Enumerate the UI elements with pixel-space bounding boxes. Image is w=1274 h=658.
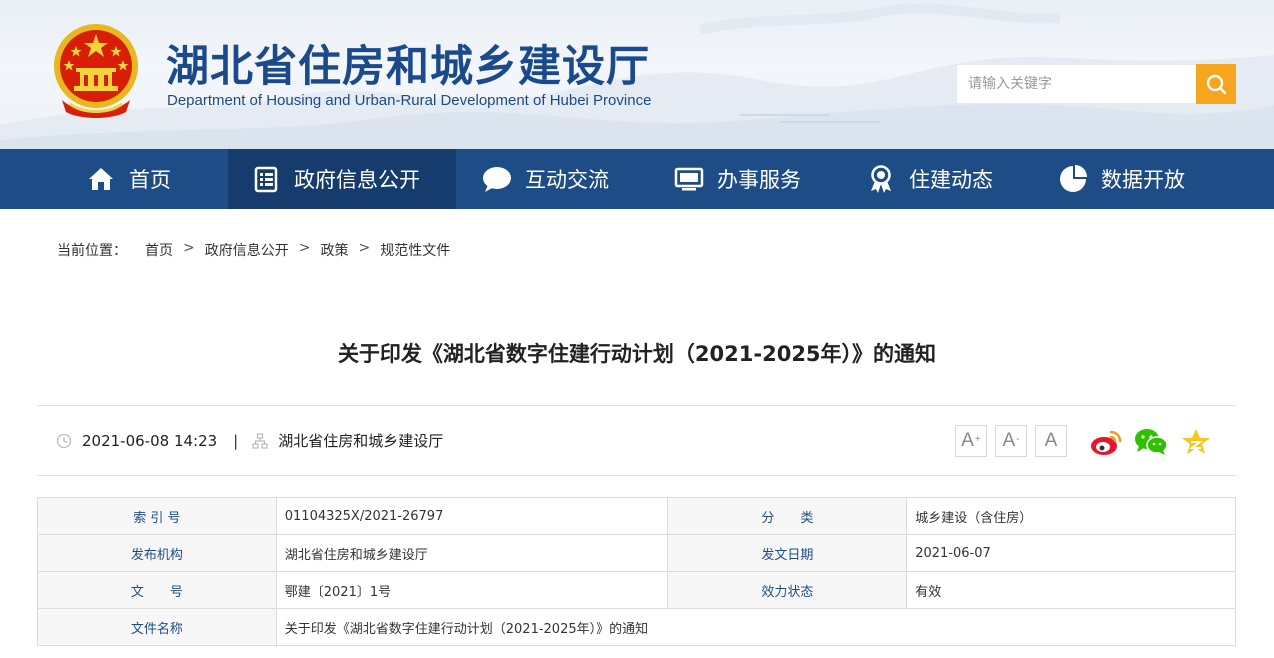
table-row: 发布机构 湖北省住房和城乡建设厅 发文日期 2021-06-07 bbox=[37, 534, 1236, 572]
award-ribbon-icon bbox=[866, 164, 896, 194]
site-header: 湖北省住房和城乡建设厅 Department of Housing and Ur… bbox=[0, 0, 1274, 149]
nav-label: 办事服务 bbox=[717, 168, 801, 192]
pie-chart-icon bbox=[1058, 164, 1088, 194]
share-weibo-button[interactable] bbox=[1089, 425, 1123, 459]
field-key-doc-number: 文 号 bbox=[37, 571, 277, 609]
share-wechat-button[interactable] bbox=[1134, 425, 1168, 459]
field-value-index-number: 01104325X/2021-26797 bbox=[275, 497, 669, 535]
breadcrumb-label: 当前位置： bbox=[57, 243, 127, 259]
nav-item-news[interactable]: 住建动态 bbox=[866, 149, 1016, 209]
document-info-table: 索 引 号 01104325X/2021-26797 分 类 城乡建设（含住房）… bbox=[37, 497, 1237, 646]
field-key-issue-date: 发文日期 bbox=[667, 534, 908, 572]
national-emblem-icon bbox=[54, 24, 138, 118]
divider-bottom bbox=[37, 475, 1236, 476]
breadcrumb: 当前位置： 首页 > 政府信息公开 > 政策 > 规范性文件 bbox=[57, 240, 450, 260]
nav-label: 住建动态 bbox=[909, 168, 993, 192]
font-increase-button[interactable]: A + bbox=[955, 425, 987, 457]
document-list-icon bbox=[251, 164, 281, 194]
field-key-doc-name: 文件名称 bbox=[37, 608, 277, 646]
table-row: 文件名称 关于印发《湖北省数字住建行动计划（2021-2025年）》的通知 bbox=[37, 608, 1237, 646]
field-value-category: 城乡建设（含住房） bbox=[906, 497, 1236, 535]
search-icon bbox=[1206, 74, 1227, 95]
breadcrumb-separator: > bbox=[358, 240, 371, 256]
share-qzone-button[interactable] bbox=[1179, 425, 1213, 459]
field-key-index-number: 索 引 号 bbox=[37, 497, 277, 535]
field-key-category: 分 类 bbox=[667, 497, 908, 535]
article-meta: 2021-06-08 14:23 | 湖北省住房和城乡建设厅 bbox=[56, 430, 443, 451]
breadcrumb-separator: > bbox=[183, 240, 195, 256]
article-title: 关于印发《湖北省数字住建行动计划（2021-2025年）》的通知 bbox=[337, 342, 937, 366]
search-button[interactable] bbox=[1196, 64, 1236, 104]
nav-item-gov-info[interactable]: 政府信息公开 bbox=[228, 149, 456, 209]
site-subtitle: Department of Housing and Urban-Rural De… bbox=[167, 92, 652, 109]
nav-item-interaction[interactable]: 互动交流 bbox=[482, 149, 632, 209]
nav-item-services[interactable]: 办事服务 bbox=[674, 149, 824, 209]
breadcrumb-link-policy[interactable]: 政策 bbox=[320, 240, 348, 260]
article-source: 湖北省住房和城乡建设厅 bbox=[278, 432, 444, 450]
main-nav: 首页 政府信息公开 互动交流 办事服务 住建动态 数据开放 bbox=[0, 149, 1274, 209]
field-key-validity: 效力状态 bbox=[667, 571, 908, 609]
meta-divider: | bbox=[233, 431, 239, 450]
table-row: 文 号 鄂建〔2021〕1号 效力状态 有效 bbox=[37, 571, 1236, 609]
field-value-issue-date: 2021-06-07 bbox=[906, 534, 1236, 572]
nav-label: 首页 bbox=[129, 168, 171, 192]
breadcrumb-link-gov-info[interactable]: 政府信息公开 bbox=[205, 240, 289, 260]
wechat-icon bbox=[1135, 429, 1168, 455]
monitor-icon bbox=[674, 164, 704, 194]
nav-item-open-data[interactable]: 数据开放 bbox=[1058, 149, 1208, 209]
divider-top bbox=[37, 405, 1236, 406]
nav-label: 数据开放 bbox=[1101, 168, 1185, 192]
weibo-icon bbox=[1091, 430, 1122, 455]
search-input[interactable] bbox=[957, 65, 1196, 103]
field-value-doc-number: 鄂建〔2021〕1号 bbox=[275, 571, 669, 609]
breadcrumb-link-home[interactable]: 首页 bbox=[145, 240, 173, 260]
nav-item-home[interactable]: 首页 bbox=[86, 149, 206, 209]
nav-label: 政府信息公开 bbox=[294, 168, 420, 192]
breadcrumb-link-normative-docs[interactable]: 规范性文件 bbox=[380, 240, 450, 260]
breadcrumb-separator: > bbox=[298, 240, 311, 256]
field-value-validity: 有效 bbox=[906, 571, 1236, 609]
field-value-doc-name: 关于印发《湖北省数字住建行动计划（2021-2025年）》的通知 bbox=[275, 608, 1237, 646]
field-value-publisher: 湖北省住房和城乡建设厅 bbox=[275, 534, 669, 572]
table-row: 索 引 号 01104325X/2021-26797 分 类 城乡建设（含住房） bbox=[37, 497, 1236, 535]
clock-icon bbox=[56, 433, 72, 449]
publish-datetime: 2021-06-08 14:23 bbox=[82, 431, 218, 450]
organization-icon bbox=[252, 432, 268, 449]
qzone-icon bbox=[1182, 429, 1210, 454]
nav-label: 互动交流 bbox=[525, 168, 609, 192]
chat-bubble-icon bbox=[482, 164, 512, 194]
site-title: 湖北省住房和城乡建设厅 bbox=[166, 42, 650, 92]
home-icon bbox=[86, 164, 116, 194]
font-decrease-button[interactable]: A- bbox=[995, 425, 1027, 457]
font-reset-button[interactable]: A bbox=[1035, 425, 1067, 457]
field-key-publisher: 发布机构 bbox=[37, 534, 277, 572]
search-box bbox=[956, 64, 1196, 104]
